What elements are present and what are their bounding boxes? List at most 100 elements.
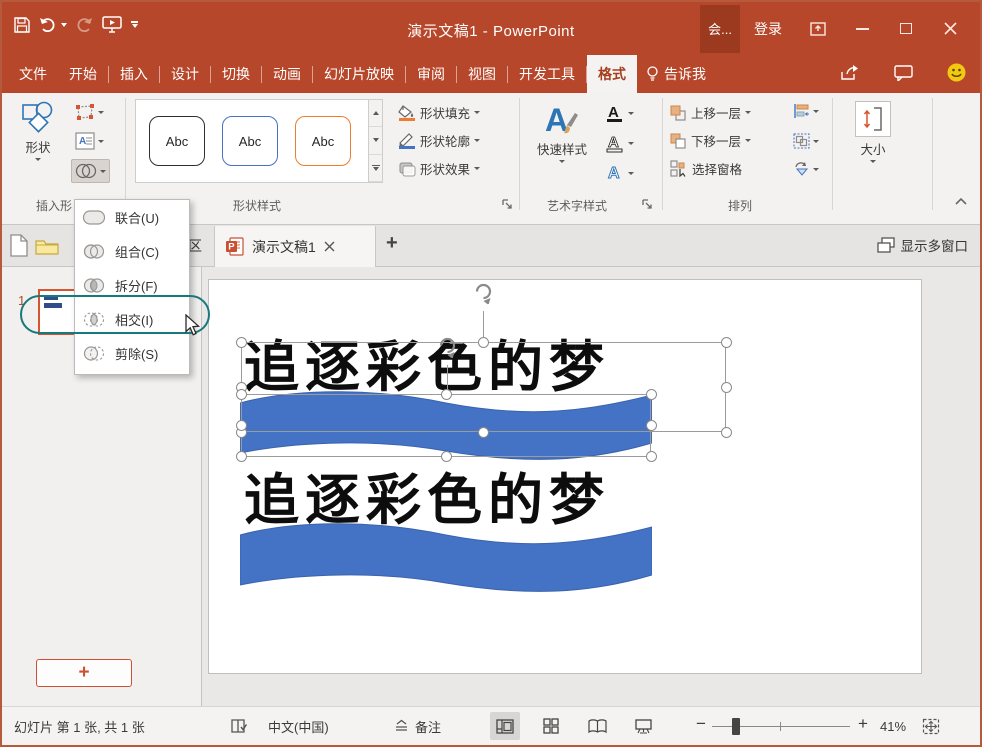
close-tab-icon[interactable] <box>324 241 335 252</box>
show-multiple-windows-button[interactable]: 显示多窗口 <box>877 235 969 255</box>
zoom-slider-thumb[interactable] <box>732 718 740 735</box>
selection-handle[interactable] <box>236 451 247 462</box>
svg-text:A: A <box>608 165 620 182</box>
shape-fill-button[interactable]: 形状填充 <box>398 103 480 122</box>
selection-handle[interactable] <box>478 427 489 438</box>
shape-effects-button[interactable]: 形状效果 <box>398 159 480 178</box>
comments-button[interactable] <box>894 65 913 84</box>
selection-handle[interactable] <box>441 389 452 400</box>
tab-view[interactable]: 视图 <box>457 55 507 93</box>
tab-design[interactable]: 设计 <box>160 55 210 93</box>
titlebar-controls: 会... 登录 <box>700 2 972 55</box>
share-button[interactable] <box>840 64 860 84</box>
insert-shapes-button[interactable]: 形状 <box>12 101 64 161</box>
account-button[interactable]: 会... <box>700 5 740 53</box>
zoom-out-button[interactable]: − <box>696 705 706 743</box>
shape-styles-dialog-launcher[interactable] <box>502 199 513 210</box>
text-fill-button[interactable]: A <box>602 101 637 125</box>
selection-handle[interactable] <box>721 382 732 393</box>
spell-check-button[interactable] <box>230 707 249 745</box>
tab-developer[interactable]: 开发工具 <box>508 55 586 93</box>
document-tab-active[interactable]: P 演示文稿1 <box>214 226 376 267</box>
tab-file[interactable]: 文件 <box>8 55 58 93</box>
fit-slide-to-window-button[interactable] <box>922 707 940 745</box>
text-outline-button[interactable]: A <box>602 131 637 155</box>
tab-insert[interactable]: 插入 <box>109 55 159 93</box>
minimize-button[interactable] <box>840 2 884 55</box>
notes-button[interactable]: 备注 <box>394 707 441 745</box>
quick-styles-button[interactable]: A 快速样式 <box>529 101 595 163</box>
text-effects-button[interactable]: A <box>602 161 637 185</box>
tab-home[interactable]: 开始 <box>58 55 108 93</box>
normal-view-icon <box>496 719 514 734</box>
selection-handle[interactable] <box>721 427 732 438</box>
shape-style-orange[interactable]: Abc <box>295 116 351 166</box>
selection-pane-button[interactable]: 选择窗格 <box>670 159 742 178</box>
ribbon-display-options-button[interactable] <box>796 2 840 55</box>
tell-me-box[interactable]: 告诉我 <box>637 64 716 84</box>
slideshow-view-button[interactable] <box>628 712 658 740</box>
new-tab-button[interactable]: + <box>386 232 398 255</box>
selection-handle[interactable] <box>646 420 657 431</box>
align-button[interactable] <box>790 101 822 121</box>
minimize-icon <box>856 28 869 30</box>
clipped-toolbar-text: 区 <box>188 236 202 256</box>
shape-outline-button[interactable]: 形状轮廓 <box>398 131 480 150</box>
selection-handle[interactable] <box>236 420 247 431</box>
send-backward-icon <box>670 133 687 149</box>
merge-shapes-icon <box>75 162 97 180</box>
selection-handle[interactable] <box>441 451 452 462</box>
group-button[interactable] <box>790 131 822 151</box>
selection-handle[interactable] <box>236 389 247 400</box>
edit-shape-button[interactable] <box>72 101 107 123</box>
zoom-in-button[interactable]: + <box>858 705 868 743</box>
rotate-handle-textbox[interactable] <box>471 279 496 304</box>
selection-handle[interactable] <box>236 337 247 348</box>
language-button[interactable]: 中文(中国) <box>268 707 329 745</box>
wordart-dialog-launcher[interactable] <box>642 199 653 210</box>
size-button[interactable]: 大小 <box>847 101 899 163</box>
menu-item-label: 拆分(F) <box>115 276 158 295</box>
add-slide-button[interactable]: + <box>36 659 132 687</box>
selection-handle[interactable] <box>646 389 657 400</box>
tab-animations[interactable]: 动画 <box>262 55 312 93</box>
tab-slideshow[interactable]: 幻灯片放映 <box>313 55 405 93</box>
ribbon-display-icon <box>810 22 826 36</box>
shape-style-blue[interactable]: Abc <box>222 116 278 166</box>
gallery-more-button[interactable] <box>369 155 382 182</box>
tab-transitions[interactable]: 切换 <box>211 55 261 93</box>
collapse-ribbon-button[interactable] <box>954 197 968 207</box>
selection-handle[interactable] <box>646 451 657 462</box>
menu-item-union[interactable]: 联合(U) <box>75 200 189 234</box>
wave-shape-2[interactable] <box>240 517 652 595</box>
reading-view-button[interactable] <box>582 712 612 740</box>
rotate-icon <box>793 161 810 177</box>
rotate-handle-wave[interactable] <box>435 333 460 358</box>
open-folder-icon[interactable] <box>35 238 59 255</box>
rotate-button[interactable] <box>790 159 822 179</box>
new-document-icon[interactable] <box>10 234 28 257</box>
gallery-scroll-up[interactable] <box>369 100 382 127</box>
zoom-level[interactable]: 41% <box>880 707 906 745</box>
notes-label: 备注 <box>415 717 441 736</box>
normal-view-button[interactable] <box>490 712 520 740</box>
gallery-scroll-down[interactable] <box>369 127 382 154</box>
shape-style-black[interactable]: Abc <box>149 116 205 166</box>
merge-shapes-button[interactable] <box>71 159 110 183</box>
bring-forward-button[interactable]: 上移一层 <box>670 103 751 122</box>
title-bar: 演示文稿1 - PowerPoint 会... 登录 <box>2 2 980 55</box>
smiley-feedback-button[interactable] <box>947 63 966 85</box>
maximize-button[interactable] <box>884 2 928 55</box>
text-box-button[interactable]: A <box>72 130 107 152</box>
tab-review[interactable]: 审阅 <box>406 55 456 93</box>
slide-sorter-view-button[interactable] <box>536 712 566 740</box>
tab-format-active[interactable]: 格式 <box>587 55 637 93</box>
selection-handle[interactable] <box>478 337 489 348</box>
menu-item-combine[interactable]: 组合(C) <box>75 234 189 268</box>
sign-in-button[interactable]: 登录 <box>740 19 796 39</box>
shapes-label: 形状 <box>25 137 50 156</box>
close-button[interactable] <box>928 2 972 55</box>
menu-item-subtract[interactable]: 剪除(S) <box>75 336 189 370</box>
send-backward-button[interactable]: 下移一层 <box>670 131 751 150</box>
selection-handle[interactable] <box>721 337 732 348</box>
